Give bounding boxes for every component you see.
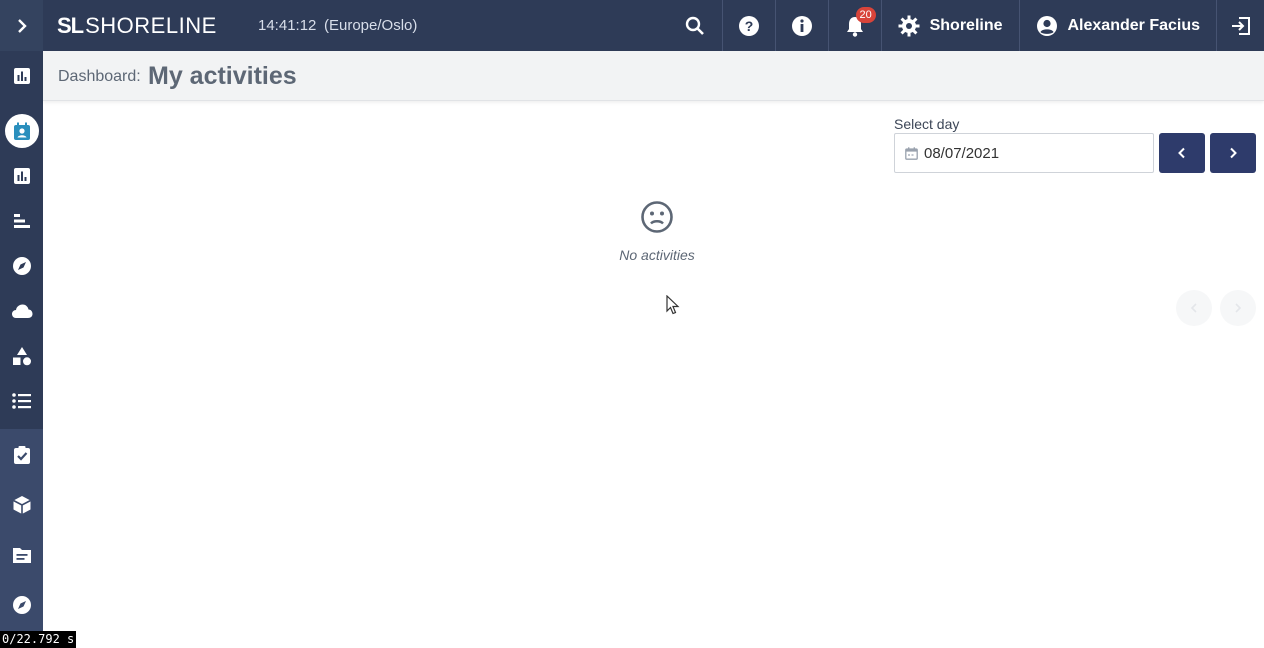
svg-text:?: ? — [744, 18, 753, 34]
gear-icon — [898, 15, 920, 36]
date-field[interactable] — [894, 133, 1154, 173]
notification-count-badge: 20 — [855, 7, 876, 23]
chevron-right-icon — [17, 18, 27, 33]
recording-timer: 0/22.792 s — [0, 631, 77, 648]
logout-icon — [1231, 16, 1250, 35]
sidebar-item-documents[interactable] — [0, 535, 43, 575]
date-input[interactable] — [924, 144, 1124, 162]
clock: 14:41:12 — [258, 17, 317, 34]
breadcrumb[interactable]: Dashboard: — [58, 68, 141, 86]
sidebar-item-dashboard[interactable] — [0, 56, 43, 96]
sidebar-item-list[interactable] — [0, 381, 43, 421]
sidebar-item-packages[interactable] — [0, 485, 43, 525]
chevron-right-icon — [1230, 147, 1237, 159]
carousel-next-button[interactable] — [1220, 290, 1256, 326]
search-button[interactable] — [669, 0, 722, 51]
empty-state-message: No activities — [619, 247, 695, 263]
empty-state: No activities — [560, 200, 754, 263]
logo-text: SHORELINE — [85, 13, 217, 38]
sad-face-icon — [641, 201, 673, 233]
package-icon — [12, 496, 31, 514]
search-icon — [685, 16, 705, 35]
shoreline-logo[interactable]: SL SHORELINE — [57, 12, 217, 40]
user-calendar-icon — [13, 122, 30, 140]
previous-day-button[interactable] — [1159, 133, 1205, 173]
sidebar — [0, 51, 43, 648]
sidebar-item-my-activities[interactable] — [0, 111, 43, 151]
chevron-right-icon — [1235, 303, 1242, 313]
info-icon — [791, 15, 812, 36]
logo-mark: SL — [57, 13, 84, 38]
select-day-label: Select day — [894, 116, 960, 132]
chevron-left-icon — [1178, 147, 1185, 159]
user-name: Alexander Facius — [1067, 16, 1201, 34]
info-button[interactable] — [774, 0, 828, 51]
page-title: My activities — [148, 62, 297, 90]
compass-icon — [12, 257, 31, 275]
expand-sidebar-button[interactable] — [0, 0, 43, 51]
help-button[interactable]: ? — [721, 0, 775, 51]
page-header: Dashboard: My activities — [43, 51, 1264, 101]
active-indicator — [4, 114, 39, 148]
carousel-prev-button[interactable] — [1176, 290, 1212, 326]
sidebar-item-shapes[interactable] — [0, 336, 43, 376]
compass-icon — [12, 596, 31, 614]
chevron-left-icon — [1190, 303, 1197, 313]
folder-icon — [12, 548, 31, 563]
next-day-button[interactable] — [1210, 133, 1256, 173]
mouse-cursor-icon — [666, 295, 680, 315]
sidebar-item-reports[interactable] — [0, 156, 43, 196]
sidebar-item-navigation-2[interactable] — [0, 585, 43, 625]
user-avatar-icon — [1036, 15, 1057, 36]
dashboard-chart-icon — [13, 68, 30, 84]
list-icon — [11, 393, 31, 409]
cloud-icon — [11, 304, 32, 318]
calendar-icon — [905, 146, 918, 160]
help-icon: ? — [738, 15, 759, 36]
settings-button[interactable]: Shoreline — [880, 0, 1019, 51]
sidebar-item-cloud[interactable] — [0, 291, 43, 331]
bar-chart-icon — [13, 168, 30, 184]
user-menu-button[interactable]: Alexander Facius — [1018, 0, 1217, 51]
checklist-icon — [13, 446, 30, 464]
timezone-label: (Europe/Oslo) — [324, 17, 418, 34]
logout-button[interactable] — [1216, 0, 1264, 51]
top-actions: ? 20 Shoreline Alexander Facius — [669, 0, 1264, 51]
notifications-button[interactable]: 20 — [827, 0, 881, 51]
sidebar-item-tasks[interactable] — [0, 435, 43, 475]
gantt-icon — [13, 214, 30, 228]
settings-label: Shoreline — [929, 16, 1003, 34]
shapes-icon — [12, 347, 31, 366]
top-bar: SL SHORELINE 14:41:12 (Europe/Oslo) ? 20… — [0, 0, 1264, 51]
sidebar-item-navigation[interactable] — [0, 246, 43, 286]
sidebar-item-gantt[interactable] — [0, 201, 43, 241]
